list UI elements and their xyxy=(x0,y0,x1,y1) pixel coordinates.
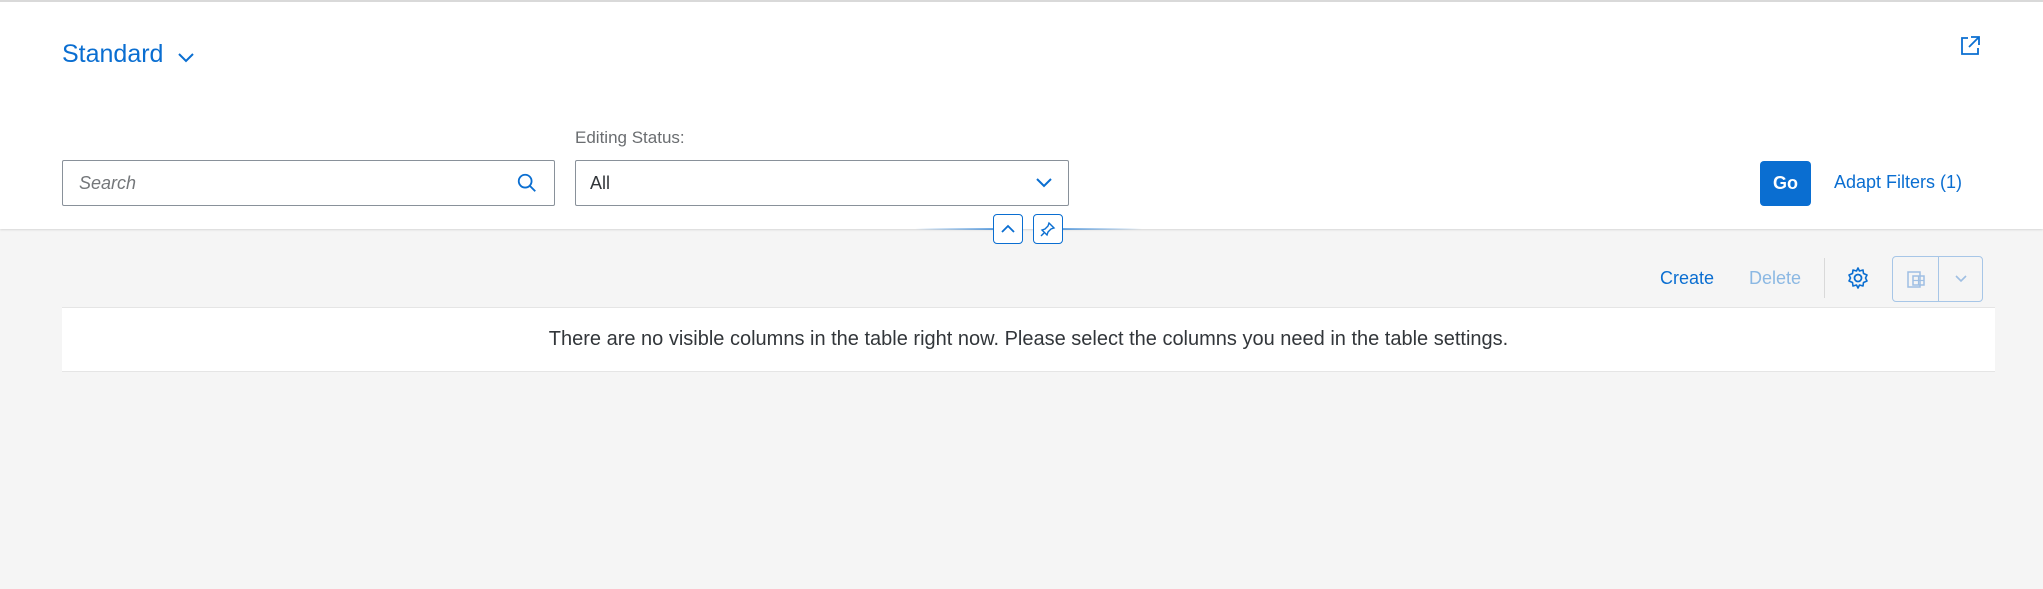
export-spreadsheet-icon xyxy=(1906,271,1925,288)
toolbar-separator xyxy=(1824,258,1825,298)
filter-bar-header: Standard Editing Status: All Go Adapt Fi… xyxy=(0,0,2043,229)
table-no-data: There are no visible columns in the tabl… xyxy=(62,307,1995,372)
export-button-group xyxy=(1892,256,1983,302)
chevron-down-icon xyxy=(178,52,195,62)
variant-name: Standard xyxy=(62,40,164,68)
export-menu-button[interactable] xyxy=(1939,257,1982,301)
export-button[interactable] xyxy=(1893,257,1939,301)
collapse-header-button[interactable] xyxy=(993,214,1023,244)
pin-header-button[interactable] xyxy=(1033,214,1063,244)
go-button[interactable]: Go xyxy=(1760,161,1811,206)
collapse-divider-right xyxy=(1062,228,1142,230)
gear-icon[interactable] xyxy=(1846,266,1870,290)
delete-button[interactable]: Delete xyxy=(1749,268,1801,289)
pin-icon xyxy=(1040,221,1056,237)
editing-status-label: Editing Status: xyxy=(575,128,685,147)
no-data-text: There are no visible columns in the tabl… xyxy=(548,328,1509,350)
search-input[interactable] xyxy=(79,172,516,194)
chevron-down-icon xyxy=(1954,275,1967,283)
chevron-down-icon[interactable] xyxy=(1034,176,1054,190)
editing-status-select[interactable]: All xyxy=(575,160,1069,206)
collapse-divider-left xyxy=(915,228,993,230)
share-icon[interactable] xyxy=(1958,34,1982,58)
collapse-up-icon xyxy=(1001,224,1015,233)
create-button[interactable]: Create xyxy=(1660,268,1714,289)
variant-selector[interactable]: Standard xyxy=(62,40,195,69)
search-icon[interactable] xyxy=(516,172,538,194)
search-field[interactable] xyxy=(62,160,555,206)
editing-status-value: All xyxy=(590,172,611,193)
adapt-filters-button[interactable]: Adapt Filters (1) xyxy=(1834,172,1962,193)
